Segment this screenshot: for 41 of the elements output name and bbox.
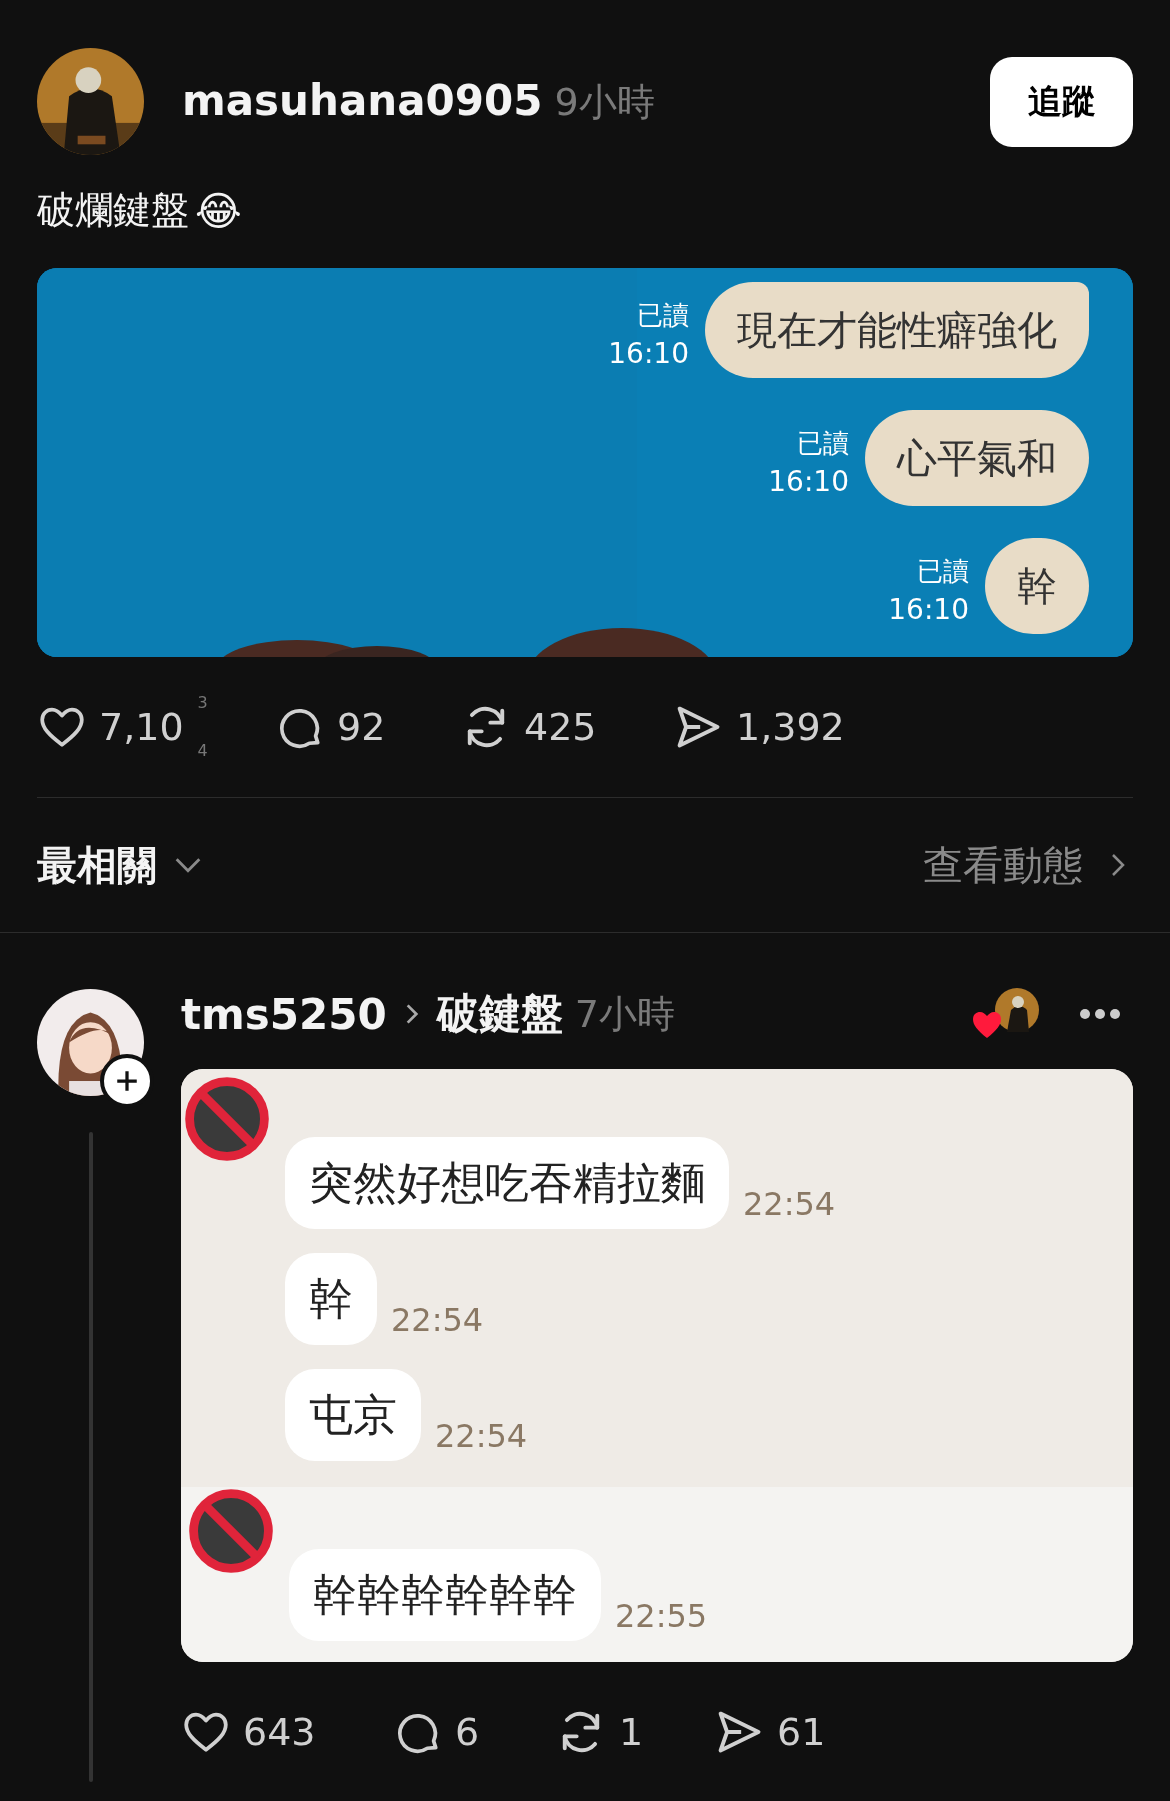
message-time: 22:54 — [391, 1301, 484, 1341]
like-count: 7,10 — [99, 705, 184, 749]
like-count: 643 — [243, 1710, 316, 1754]
chat-bubble: 突然好想吃吞精拉麵 — [285, 1137, 729, 1229]
message-time: 16:10 — [768, 465, 849, 498]
view-activity-link[interactable]: 查看動態 — [923, 837, 1133, 893]
chat-bubble: 幹 — [285, 1253, 377, 1345]
message-time: 22:55 — [615, 1597, 708, 1637]
chat-bubble: 幹幹幹幹幹幹 — [289, 1549, 601, 1641]
post-image[interactable]: 已讀 16:10 現在才能性癖強化 已讀 16:10 心平氣和 已讀 16:10 幹 — [37, 268, 1133, 657]
rolling-digit: 4 — [197, 743, 208, 759]
read-receipt: 已讀 — [637, 299, 689, 332]
more-icon[interactable] — [1079, 1008, 1121, 1020]
username[interactable]: masuhana0905 — [182, 75, 543, 125]
no-minors-icon — [183, 1075, 271, 1163]
share-count: 61 — [777, 1710, 826, 1754]
username[interactable]: tms5250 — [181, 989, 387, 1039]
chat-bubble: 現在才能性癖強化 — [705, 282, 1089, 378]
follow-button[interactable]: 追蹤 — [990, 56, 1133, 147]
repost-count: 425 — [524, 705, 597, 749]
reply-image[interactable]: 突然好想吃吞精拉麵 22:54 幹 22:54 屯京 22:54 幹幹幹幹幹幹 22:55 — [181, 1069, 1133, 1662]
no-minors-icon — [187, 1487, 275, 1575]
message-time: 22:54 — [743, 1185, 836, 1225]
message-time: 16:10 — [888, 593, 969, 626]
sort-dropdown[interactable]: 最相關 — [37, 837, 157, 893]
read-receipt: 已讀 — [917, 555, 969, 588]
emoji: 😂 — [195, 187, 242, 234]
message-time: 16:10 — [608, 337, 689, 370]
post-text: 破爛鍵盤 — [37, 187, 189, 234]
comment-count: 92 — [337, 705, 386, 749]
read-receipt: 已讀 — [797, 427, 849, 460]
chat-bubble: 心平氣和 — [865, 410, 1089, 506]
rolling-digit: 3 — [197, 695, 208, 711]
community-name[interactable]: 破鍵盤 — [436, 986, 563, 1042]
message-time: 22:54 — [435, 1417, 528, 1457]
repost-count: 1 — [619, 1710, 644, 1754]
share-count: 1,392 — [736, 705, 845, 749]
post-time: 7小時 — [574, 990, 675, 1038]
comment-count: 6 — [455, 1710, 480, 1754]
chat-bubble: 屯京 — [285, 1369, 421, 1461]
post-time: 9小時 — [554, 78, 655, 126]
